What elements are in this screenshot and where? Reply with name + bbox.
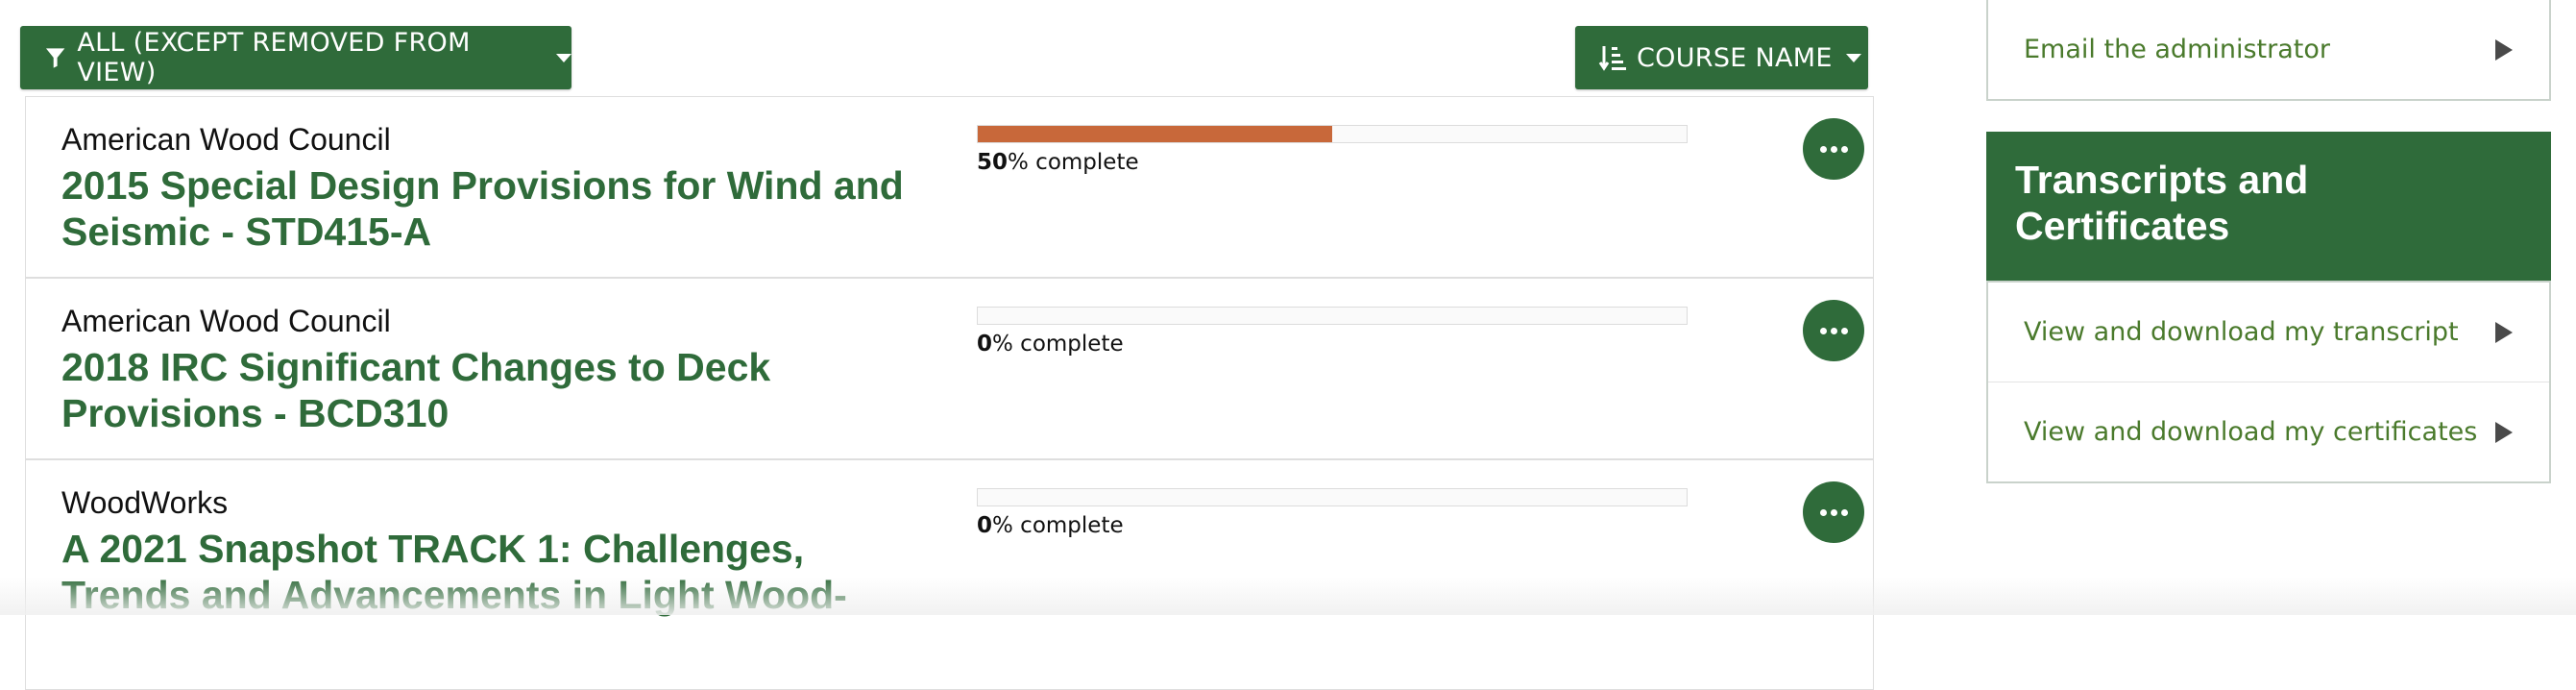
filter-icon [45, 48, 65, 68]
progress-bar [977, 125, 1688, 143]
view-transcript-label: View and download my transcript [2024, 317, 2459, 347]
contact-panel: Email the administrator [1986, 0, 2551, 101]
progress-text: 50% complete [977, 150, 1139, 175]
more-options-button[interactable] [1803, 300, 1864, 361]
progress-bar [977, 307, 1688, 325]
play-arrow-icon [2495, 421, 2513, 443]
ellipsis-icon [1819, 327, 1827, 334]
more-options-button[interactable] [1803, 118, 1864, 180]
progress-suffix: % complete [1008, 150, 1139, 175]
email-admin-label: Email the administrator [2024, 35, 2330, 64]
play-arrow-icon [2495, 321, 2513, 343]
email-admin-link[interactable]: Email the administrator [1988, 0, 2549, 99]
course-row: American Wood Council 2018 IRC Significa… [25, 278, 1874, 459]
progress-value: 0 [977, 513, 993, 538]
sort-label: COURSE NAME [1637, 42, 1833, 73]
ellipsis-icon [1819, 508, 1827, 516]
course-provider: American Wood Council [61, 122, 391, 157]
sort-dropdown-button[interactable]: COURSE NAME [1575, 26, 1868, 89]
transcripts-heading: Transcripts and Certificates [1986, 132, 2551, 281]
course-title-link[interactable]: 2015 Special Design Provisions for Wind … [61, 162, 926, 255]
progress-fill [978, 126, 1332, 142]
progress-text: 0% complete [977, 332, 1124, 357]
course-title-link[interactable]: 2018 IRC Significant Changes to Deck Pro… [61, 344, 926, 436]
progress-value: 50 [977, 150, 1009, 175]
ellipsis-icon [1819, 145, 1827, 153]
view-certificates-link[interactable]: View and download my certificates [1988, 382, 2549, 481]
progress-bar [977, 488, 1688, 506]
transcripts-panel: View and download my transcript View and… [1986, 281, 2551, 483]
course-provider: WoodWorks [61, 485, 229, 520]
view-transcript-link[interactable]: View and download my transcript [1988, 283, 2549, 382]
filter-dropdown-button[interactable]: ALL (EXCEPT REMOVED FROM VIEW) [20, 26, 571, 89]
more-options-button[interactable] [1803, 481, 1864, 543]
scroll-fade [0, 577, 2576, 615]
chevron-down-icon [1845, 53, 1861, 62]
view-certificates-label: View and download my certificates [2024, 417, 2478, 447]
progress-suffix: % complete [992, 332, 1124, 357]
filter-label: ALL (EXCEPT REMOVED FROM VIEW) [77, 28, 471, 87]
chevron-down-icon [556, 53, 571, 62]
course-row: American Wood Council 2015 Special Desig… [25, 96, 1874, 278]
course-row: WoodWorks A 2021 Snapshot TRACK 1: Chall… [25, 459, 1874, 690]
progress-value: 0 [977, 332, 993, 357]
course-provider: American Wood Council [61, 304, 391, 338]
sort-icon [1598, 46, 1626, 71]
progress-suffix: % complete [992, 513, 1124, 538]
play-arrow-icon [2495, 38, 2513, 61]
progress-text: 0% complete [977, 513, 1124, 538]
